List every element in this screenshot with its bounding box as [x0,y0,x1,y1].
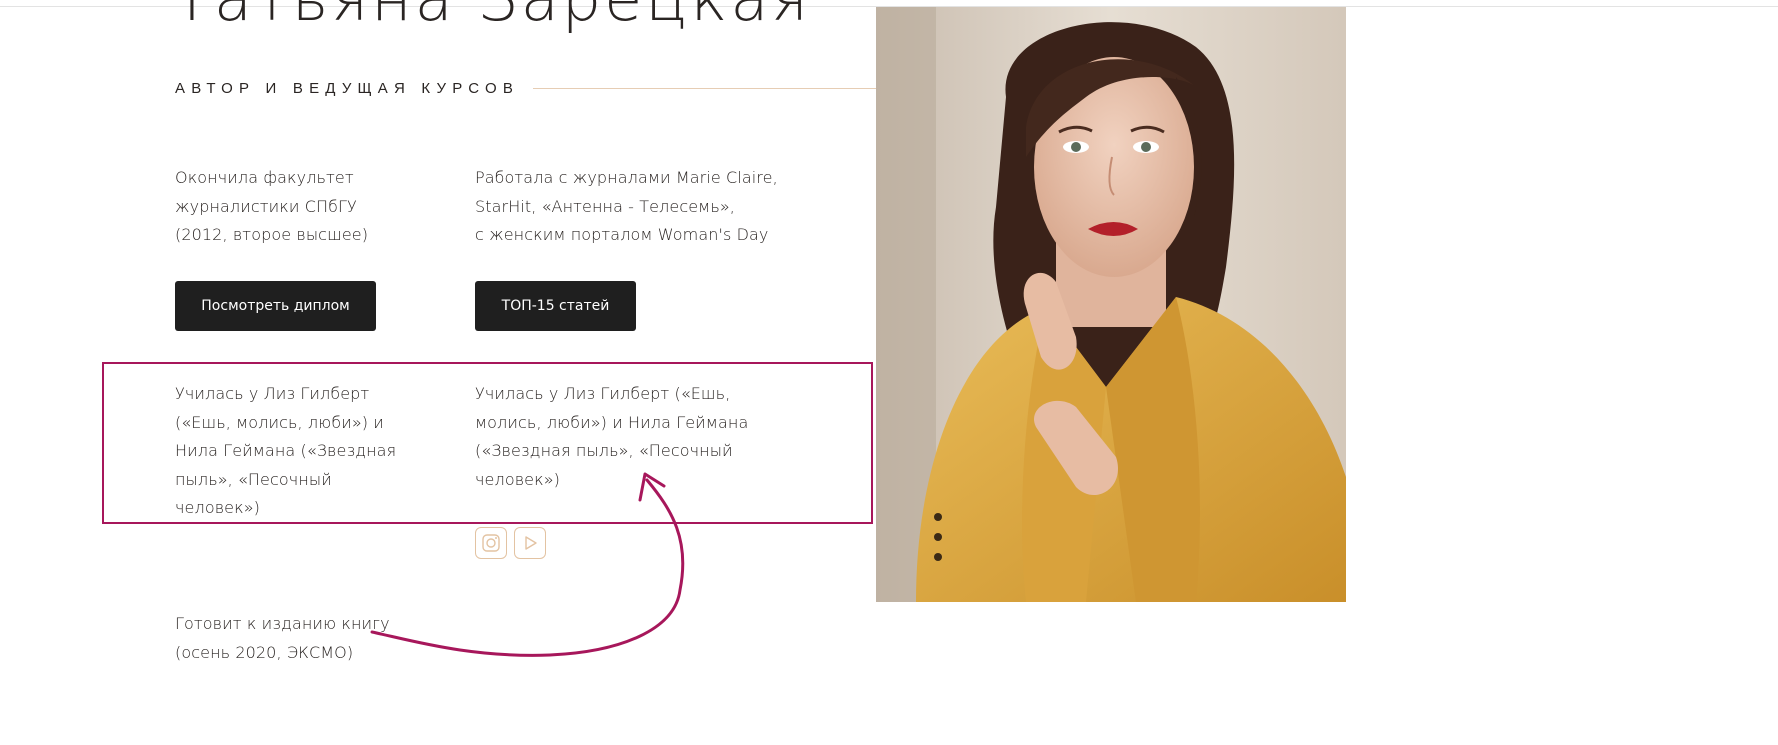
author-photo [876,7,1346,602]
annotation-highlight-box [102,362,873,524]
fact-line: Готовит к изданию книгу [175,614,390,633]
fact-book: Готовит к изданию книгу (осень 2020, ЭКС… [175,610,390,667]
fact-line: с женским порталом Woman's Day [475,225,769,244]
fact-line: Окончила факультет [175,168,354,187]
author-subtitle: АВТОР И ВЕДУЩАЯ КУРСОВ [175,80,520,97]
fact-line: (2012, второе высшее) [175,225,369,244]
fact-education: Окончила факультет журналистики СПбГУ (2… [175,164,368,250]
top-articles-button[interactable]: ТОП-15 статей [475,281,636,331]
author-name: Татьяна Зарецкая [173,0,811,35]
fact-line: журналистики СПбГУ [175,196,357,216]
instagram-icon[interactable] [475,527,507,559]
youtube-icon[interactable] [514,527,546,559]
view-diploma-button[interactable]: Посмотреть диплом [175,281,376,331]
fact-line: StarHit, «Антенна - Телесемь», [475,196,735,216]
fact-magazines: Работала с журналами Marie Claire, StarH… [475,164,778,250]
fact-line: Работала с журналами Marie Claire, [475,168,778,187]
fact-line: (осень 2020, ЭКСМО) [175,642,354,662]
